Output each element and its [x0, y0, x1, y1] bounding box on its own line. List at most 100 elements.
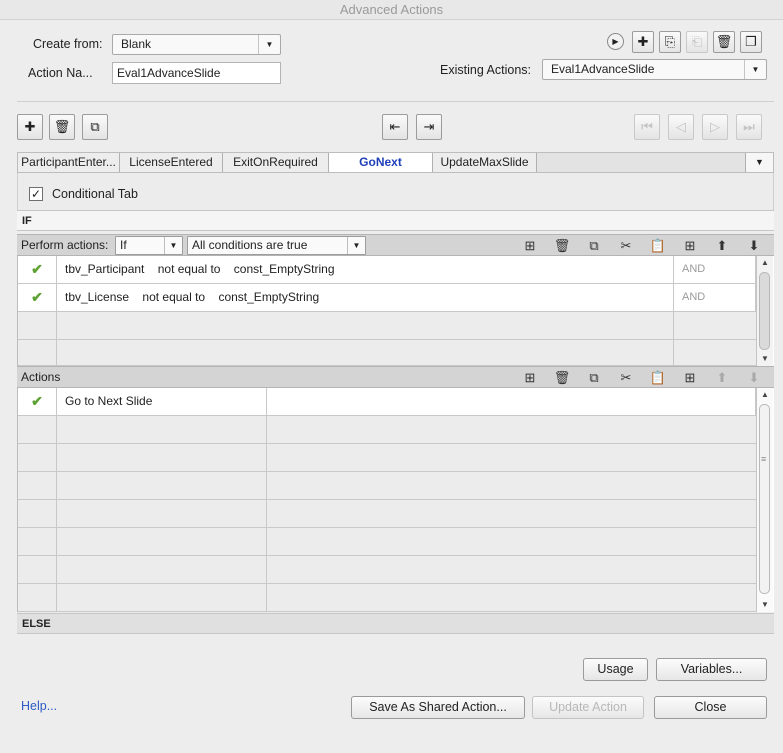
table-row[interactable] — [18, 312, 756, 340]
action-param-cell[interactable] — [267, 388, 756, 415]
table-row[interactable] — [18, 416, 756, 444]
insert-row-below-icon[interactable]: ⊞ — [674, 367, 706, 388]
perform-mode-select[interactable]: If ▼ — [115, 236, 183, 255]
first-icon: ⏮ — [641, 119, 653, 134]
update-action-button[interactable]: Update Action — [532, 696, 644, 719]
empty-cell — [18, 416, 57, 443]
perform-actions-bar: Perform actions: If ▼ All conditions are… — [17, 234, 774, 256]
help-link[interactable]: Help... — [21, 699, 57, 713]
tab-update-max-slide[interactable]: UpdateMaxSlide — [433, 153, 537, 172]
move-down-icon[interactable]: ⬇ — [738, 367, 770, 388]
scroll-down-icon[interactable]: ▼ — [757, 352, 773, 366]
duplicate-tab-button[interactable]: ⧉ — [82, 114, 108, 140]
play-icon[interactable]: ▶ — [607, 33, 624, 50]
table-row[interactable] — [18, 584, 756, 612]
table-row[interactable] — [18, 556, 756, 584]
variables-button[interactable]: Variables... — [656, 658, 767, 681]
condition-logic[interactable]: AND — [674, 256, 756, 283]
actions-grid: ✔ Go to Next Slide ▲ ≡ ▼ — [17, 388, 774, 612]
tab-label: LicenseEntered — [129, 155, 213, 169]
table-row[interactable]: ✔ tbv_License not equal to const_EmptySt… — [18, 284, 756, 312]
if-header: IF — [17, 210, 774, 231]
empty-cell — [57, 584, 267, 611]
move-up-icon[interactable]: ⬆ — [706, 367, 738, 388]
condition-cell[interactable]: tbv_Participant not equal to const_Empty… — [57, 256, 674, 283]
actions-label: Actions — [21, 370, 61, 384]
condition-value: const_EmptyString — [233, 262, 335, 276]
tab-go-next[interactable]: GoNext — [329, 153, 433, 172]
scroll-down-icon[interactable]: ▼ — [757, 598, 773, 612]
insert-row-below-icon[interactable]: ⊞ — [674, 235, 706, 256]
paste-icon[interactable]: 📋 — [642, 367, 674, 388]
table-row[interactable]: ✔ tbv_Participant not equal to const_Emp… — [18, 256, 756, 284]
move-tab-left-button[interactable]: ⇤ — [382, 114, 408, 140]
condition-cell[interactable]: tbv_License not equal to const_EmptyStri… — [57, 284, 674, 311]
trash-icon[interactable]: 🗑 — [546, 235, 578, 256]
actions-toolbar: ⊞ 🗑 ⧉ ✂ 📋 ⊞ ⬆ ⬇ — [514, 367, 770, 388]
action-cell[interactable]: Go to Next Slide — [57, 388, 267, 415]
copy-icon[interactable]: ⧉ — [578, 235, 610, 256]
condition-logic[interactable]: AND — [674, 284, 756, 311]
existing-actions-select[interactable]: Eval1AdvanceSlide ▼ — [542, 59, 767, 80]
table-row[interactable] — [18, 340, 756, 366]
export-button[interactable]: ⎗ — [686, 31, 708, 53]
scroll-up-icon[interactable]: ▲ — [757, 256, 773, 270]
move-tab-right-button[interactable]: ⇥ — [416, 114, 442, 140]
previous-icon: ◁ — [676, 119, 686, 134]
paste-icon[interactable]: 📋 — [642, 235, 674, 256]
import-button[interactable]: ⎘ — [659, 31, 681, 53]
move-up-icon[interactable]: ⬆ — [706, 235, 738, 256]
insert-row-icon[interactable]: ⊞ — [514, 235, 546, 256]
conditions-scrollbar[interactable]: ▲ ▼ — [756, 256, 773, 366]
action-name-input[interactable]: Eval1AdvanceSlide — [112, 62, 281, 84]
delete-action-button[interactable]: 🗑 — [713, 31, 735, 53]
condition-operator: not equal to — [142, 290, 206, 304]
empty-cell — [57, 416, 267, 443]
export-icon: ⎗ — [691, 34, 703, 49]
add-tab-button[interactable]: ✚ — [17, 114, 43, 140]
import-icon: ⎘ — [664, 34, 676, 49]
previous-tab-button[interactable]: ◁ — [668, 114, 694, 140]
actions-scrollbar[interactable]: ▲ ≡ ▼ — [756, 388, 773, 612]
move-down-icon[interactable]: ⬇ — [738, 235, 770, 256]
close-button[interactable]: Close — [654, 696, 767, 719]
delete-icon: 🗑 — [715, 34, 733, 49]
conditional-tab-checkbox[interactable]: ✓ — [29, 187, 43, 201]
cut-icon[interactable]: ✂ — [610, 367, 642, 388]
condition-logic-select[interactable]: All conditions are true ▼ — [187, 236, 366, 255]
chevron-down-icon: ▼ — [258, 35, 280, 54]
create-from-value: Blank — [121, 37, 152, 51]
create-from-select[interactable]: Blank ▼ — [112, 34, 281, 55]
chevron-down-icon: ▼ — [744, 60, 766, 79]
empty-cell — [18, 556, 57, 583]
decision-tabs: ParticipantEnter... LicenseEntered ExitO… — [17, 152, 774, 173]
table-row[interactable] — [18, 444, 756, 472]
duplicate-action-button[interactable]: ❐ — [740, 31, 762, 53]
trash-icon[interactable]: 🗑 — [546, 367, 578, 388]
insert-row-icon[interactable]: ⊞ — [514, 367, 546, 388]
next-tab-button[interactable]: ▷ — [702, 114, 728, 140]
last-tab-button[interactable]: ⏭ — [736, 114, 762, 140]
tabs-overflow-button[interactable]: ▼ — [745, 153, 773, 172]
move-left-icon: ⇤ — [389, 119, 401, 134]
tab-license-entered[interactable]: LicenseEntered — [120, 153, 223, 172]
table-row[interactable] — [18, 472, 756, 500]
add-action-button[interactable]: ✚ — [632, 31, 654, 53]
empty-cell — [57, 500, 267, 527]
copy-icon[interactable]: ⧉ — [578, 367, 610, 388]
cut-icon[interactable]: ✂ — [610, 235, 642, 256]
table-row[interactable] — [18, 500, 756, 528]
table-row[interactable]: ✔ Go to Next Slide — [18, 388, 756, 416]
window-title: Advanced Actions — [0, 0, 783, 20]
tab-participant-entered[interactable]: ParticipantEnter... — [18, 153, 120, 172]
first-tab-button[interactable]: ⏮ — [634, 114, 660, 140]
usage-button[interactable]: Usage — [583, 658, 648, 681]
tab-exit-on-required[interactable]: ExitOnRequired — [223, 153, 329, 172]
empty-cell — [57, 556, 267, 583]
table-row[interactable] — [18, 528, 756, 556]
save-shared-action-button[interactable]: Save As Shared Action... — [351, 696, 525, 719]
scroll-thumb[interactable] — [759, 272, 770, 350]
delete-tab-button[interactable]: 🗑 — [49, 114, 75, 140]
scroll-thumb[interactable] — [759, 404, 770, 594]
scroll-up-icon[interactable]: ▲ — [757, 388, 773, 402]
